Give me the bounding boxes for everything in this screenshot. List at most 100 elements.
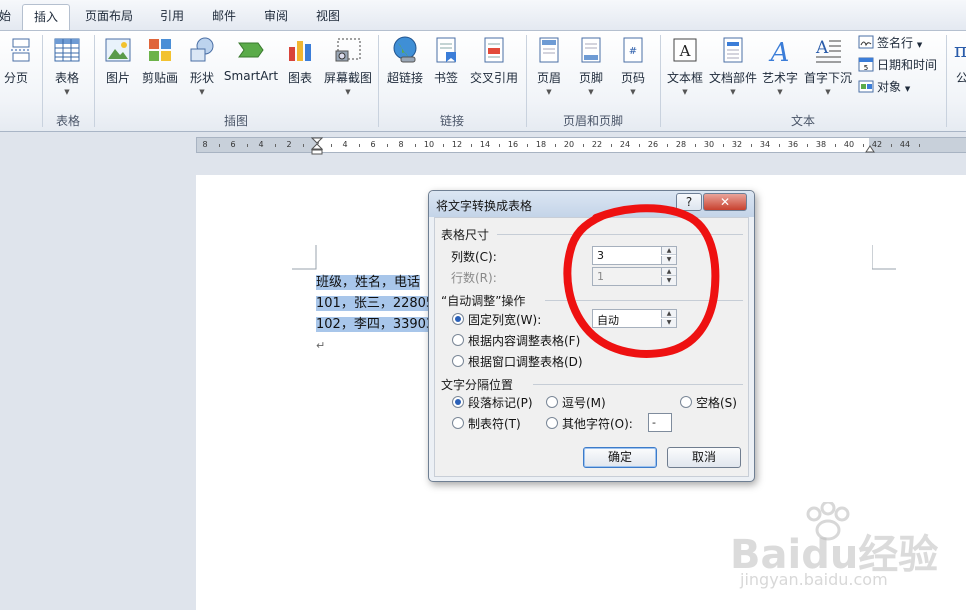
text-line[interactable]: 102，李四，33903 xyxy=(316,314,435,335)
ruler-tick-label: 34 xyxy=(759,140,771,149)
page-number-button[interactable]: # 页码 ▼ xyxy=(616,35,650,111)
ruler-tick-label: 38 xyxy=(815,140,827,149)
ruler-tick-label: 20 xyxy=(563,140,575,149)
ruler-tick-label: 30 xyxy=(703,140,715,149)
divider xyxy=(545,300,743,301)
bookmark-button[interactable]: 书签 xyxy=(430,35,462,111)
group-label-links: 链接 xyxy=(439,114,464,128)
text-line[interactable]: 101，张三，22805 xyxy=(316,293,435,314)
screenshot-button[interactable]: 屏幕截图 ▼ xyxy=(320,35,376,111)
table-icon xyxy=(52,35,82,65)
ruler-tick-label: 2 xyxy=(286,140,292,149)
header-button[interactable]: 页眉 ▼ xyxy=(532,35,566,111)
chevron-down-icon: ▼ xyxy=(345,88,351,96)
autofit-content-radio[interactable] xyxy=(452,334,464,346)
columns-value[interactable]: 3 xyxy=(597,249,604,262)
fixed-width-value[interactable]: 自动 xyxy=(597,312,619,328)
signature-line-button[interactable]: 签名行 ▼ xyxy=(858,33,922,53)
cross-reference-icon xyxy=(479,35,509,65)
ruler-tick-label: 28 xyxy=(675,140,687,149)
columns-stepper[interactable]: 3 ▲ ▼ xyxy=(592,246,677,265)
right-indent-marker-icon[interactable] xyxy=(865,143,875,153)
tab-view[interactable]: 视图 xyxy=(308,4,348,30)
paragraph-mark: ↵ xyxy=(316,339,326,352)
wordart-icon: A xyxy=(765,35,795,68)
other-char-label[interactable]: 其他字符(O): xyxy=(562,415,633,432)
ruler-tick xyxy=(751,144,752,147)
spin-up-icon: ▲ xyxy=(661,268,676,276)
object-button[interactable]: 对象 ▼ xyxy=(858,77,910,97)
signature-icon xyxy=(858,34,874,50)
chart-button[interactable]: 图表 xyxy=(282,35,318,111)
text-line[interactable]: 班级，姓名，电话 xyxy=(316,272,421,293)
date-time-button[interactable]: 5 日期和时间 xyxy=(858,55,937,75)
rows-label: 行数(R): xyxy=(451,271,497,285)
paragraph-mark-label[interactable]: 段落标记(P) xyxy=(468,394,533,411)
fixed-width-radio[interactable] xyxy=(452,313,464,325)
tab-page-layout[interactable]: 页面布局 xyxy=(78,4,140,30)
drop-cap-icon: A xyxy=(813,35,843,65)
tab-insert[interactable]: 插入 xyxy=(22,4,70,31)
autofit-content-label[interactable]: 根据内容调整表格(F) xyxy=(468,332,580,349)
paragraph-mark-radio[interactable] xyxy=(452,396,464,408)
page-break-icon xyxy=(1,35,31,65)
comma-radio[interactable] xyxy=(546,396,558,408)
space-label[interactable]: 空格(S) xyxy=(696,394,737,411)
cross-reference-button[interactable]: 交叉引用 xyxy=(466,35,522,111)
calendar-icon: 5 xyxy=(858,56,874,72)
ruler-tick xyxy=(639,144,640,147)
ok-button[interactable]: 确定 xyxy=(583,447,657,468)
help-button[interactable]: ? xyxy=(676,193,702,211)
spin-down-icon[interactable]: ▼ xyxy=(661,256,676,264)
svg-text:5: 5 xyxy=(864,64,868,72)
ruler-tick-label: 16 xyxy=(507,140,519,149)
spin-up-icon[interactable]: ▲ xyxy=(661,247,676,255)
equation-button[interactable]: π 公 xyxy=(950,35,966,111)
fixed-width-stepper[interactable]: 自动 ▲ ▼ xyxy=(592,309,677,328)
indent-marker-icon[interactable] xyxy=(311,137,323,155)
selected-text[interactable]: 班级，姓名，电话 xyxy=(316,275,421,290)
tab-references[interactable]: 引用 xyxy=(152,4,192,30)
close-button[interactable]: ✕ xyxy=(703,193,747,211)
cancel-button[interactable]: 取消 xyxy=(667,447,741,468)
horizontal-ruler[interactable]: 8642246810121416182022242628303234363840… xyxy=(196,137,966,155)
chevron-down-icon: ▼ xyxy=(904,85,911,93)
footer-button[interactable]: 页脚 ▼ xyxy=(574,35,608,111)
shapes-icon xyxy=(187,35,217,65)
space-radio[interactable] xyxy=(680,396,692,408)
table-button[interactable]: 表格 ▼ xyxy=(46,35,88,111)
page-break-button[interactable]: 分页 xyxy=(0,35,36,111)
hyperlink-button[interactable]: 超链接 xyxy=(384,35,426,111)
spin-down-icon: ▼ xyxy=(661,277,676,285)
bookmark-icon xyxy=(431,35,461,65)
autofit-window-radio[interactable] xyxy=(452,355,464,367)
spin-up-icon[interactable]: ▲ xyxy=(661,310,676,318)
comma-label[interactable]: 逗号(M) xyxy=(562,394,606,411)
tab-review[interactable]: 审阅 xyxy=(256,4,296,30)
wordart-button[interactable]: A 艺术字 ▼ xyxy=(760,35,800,111)
autofit-window-label[interactable]: 根据窗口调整表格(D) xyxy=(468,353,583,370)
chevron-down-icon: ▼ xyxy=(630,88,636,96)
quick-parts-button[interactable]: 文档部件 ▼ xyxy=(708,35,758,111)
tab-mailings[interactable]: 邮件 xyxy=(204,4,244,30)
ruler-tick-label: 6 xyxy=(370,140,376,149)
page-number-icon: # xyxy=(618,35,648,65)
drop-cap-button[interactable]: A 首字下沉 ▼ xyxy=(802,35,854,111)
spin-down-icon[interactable]: ▼ xyxy=(661,319,676,327)
smartart-button[interactable]: SmartArt xyxy=(222,35,280,111)
text-box-button[interactable]: A 文本框 ▼ xyxy=(664,35,706,111)
other-char-input[interactable]: - xyxy=(648,413,672,432)
chevron-down-icon: ▼ xyxy=(777,88,783,96)
dialog-title-bar[interactable]: 将文字转换成表格 ? ✕ xyxy=(429,191,754,217)
shapes-button[interactable]: 形状 ▼ xyxy=(184,35,220,111)
picture-button[interactable]: 图片 xyxy=(100,35,136,111)
fixed-width-label[interactable]: 固定列宽(W): xyxy=(468,311,541,328)
tab-char-radio[interactable] xyxy=(452,417,464,429)
selected-text[interactable]: 101，张三，22805 xyxy=(316,296,435,311)
tab-char-label[interactable]: 制表符(T) xyxy=(468,415,521,432)
ruler-tick-label: 44 xyxy=(899,140,911,149)
other-char-radio[interactable] xyxy=(546,417,558,429)
selected-text[interactable]: 102，李四，33903 xyxy=(316,317,435,332)
clipart-button[interactable]: 剪贴画 xyxy=(138,35,182,111)
tab-home[interactable]: 始 xyxy=(0,4,16,30)
